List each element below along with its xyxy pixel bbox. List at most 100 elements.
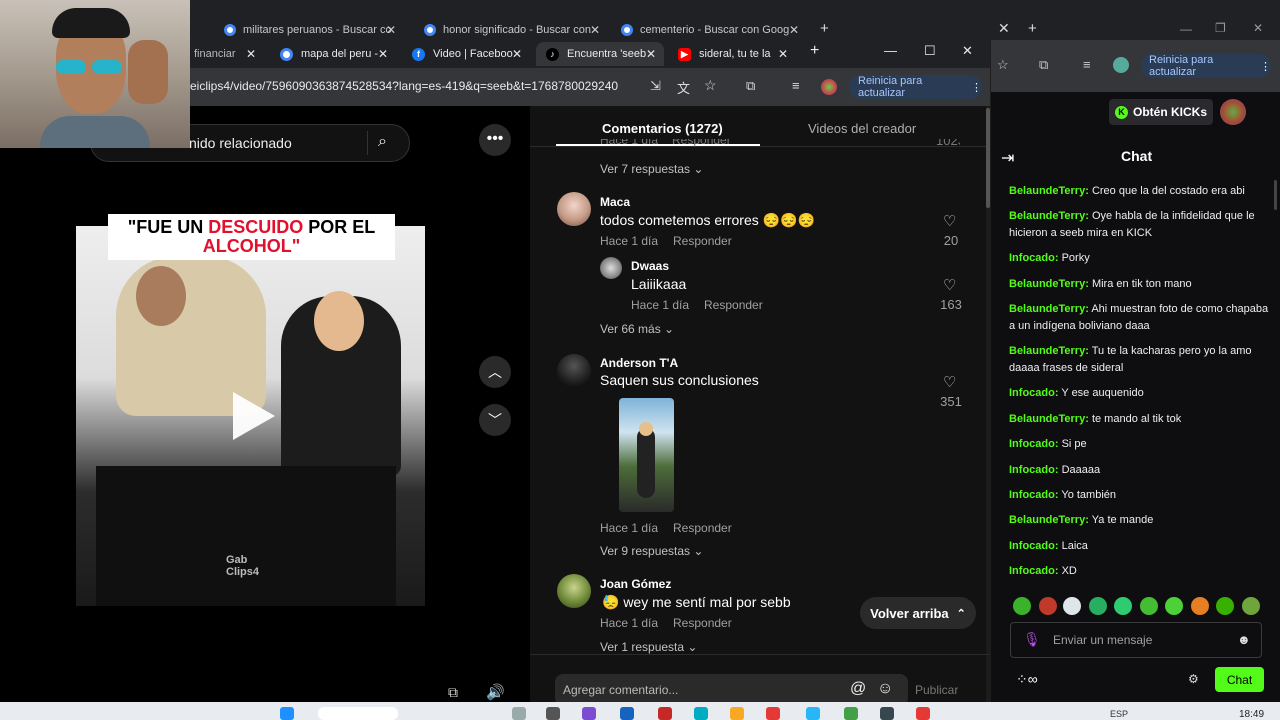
tab-comments[interactable]: Comentarios (1272) [602, 121, 723, 136]
comment-image-thumbnail[interactable] [619, 398, 674, 512]
commenter-name[interactable]: Anderson T'A [600, 356, 678, 370]
chat-username[interactable]: BelaundeTerry [1009, 413, 1085, 425]
volume-icon[interactable]: 🔊 [486, 683, 505, 701]
new-tab-button[interactable]: + [810, 42, 819, 60]
chat-scrollbar[interactable] [1274, 180, 1277, 210]
taskbar-search[interactable] [318, 707, 398, 720]
chat-username[interactable]: BelaundeTerry [1009, 514, 1085, 526]
chat-username[interactable]: Infocado [1009, 438, 1055, 450]
close-icon[interactable]: ✕ [512, 47, 522, 61]
miniplayer-icon[interactable]: ⧉ [448, 684, 458, 701]
chat-username[interactable]: BelaundeTerry [1009, 303, 1085, 315]
star-icon[interactable]: ☆ [704, 77, 717, 94]
tab-youtube[interactable]: ▶ sideral, tu te la ✕ [670, 42, 796, 66]
maximize-button[interactable]: ❐ [1215, 21, 1226, 35]
install-app-icon[interactable]: ⇲ [650, 78, 661, 94]
chat-username[interactable]: Infocado [1009, 464, 1055, 476]
close-window-button[interactable]: ✕ [998, 20, 1010, 37]
video-player[interactable]: Gab Clips4 [76, 226, 425, 606]
next-video-button[interactable]: ﹀ [479, 404, 511, 436]
emote-icon[interactable] [1216, 597, 1234, 615]
close-icon[interactable]: ✕ [246, 47, 256, 61]
maximize-button[interactable]: ☐ [924, 43, 936, 59]
back-to-top-button[interactable]: Volver arriba ⌃ [860, 597, 976, 629]
close-icon[interactable]: ✕ [646, 47, 656, 61]
emote-icon[interactable] [1089, 597, 1107, 615]
translate-icon[interactable]: 文 [677, 78, 690, 97]
get-kicks-button[interactable]: K Obtén KICKs [1109, 99, 1213, 125]
tab-mapa-peru[interactable]: mapa del peru - ✕ [272, 42, 396, 66]
file-explorer-icon[interactable] [730, 707, 744, 720]
app-icon[interactable] [620, 707, 634, 720]
minimize-button[interactable]: — [884, 43, 897, 58]
search-icon[interactable]: ⌕ [378, 133, 387, 151]
chat-username[interactable]: BelaundeTerry [1009, 345, 1085, 357]
app-icon[interactable] [582, 707, 596, 720]
view-reply-button[interactable]: Ver 1 respuesta ⌄ [600, 640, 697, 654]
chat-username[interactable]: Infocado [1009, 540, 1055, 552]
start-icon[interactable] [280, 707, 294, 720]
taskview-icon[interactable] [512, 707, 526, 720]
heart-icon[interactable]: ♡ [943, 276, 956, 294]
tab-facebook-video[interactable]: f Video | Faceboo ✕ [404, 42, 530, 66]
mention-icon[interactable]: @ [850, 680, 866, 698]
close-icon[interactable]: ✕ [378, 47, 388, 61]
close-button[interactable]: ✕ [1253, 21, 1263, 35]
commenter-name[interactable]: Joan Gómez [600, 577, 671, 591]
app-icon[interactable] [546, 707, 560, 720]
heart-icon[interactable]: ♡ [943, 373, 956, 391]
commenter-avatar[interactable] [557, 354, 591, 388]
reply-button[interactable]: Responder [673, 616, 732, 630]
app-icon[interactable] [658, 707, 672, 720]
emote-icon[interactable] [1242, 597, 1260, 615]
gear-icon[interactable]: ⚙ [1188, 672, 1199, 686]
emoji-icon[interactable]: ☻ [1237, 632, 1251, 647]
close-icon[interactable]: ✕ [789, 23, 799, 37]
kick-dots-icon[interactable]: ⁘∞ [1016, 671, 1038, 688]
view-more-button[interactable]: Ver 66 más ⌄ [600, 322, 674, 336]
tab-honor[interactable]: honor significado - Buscar con ✕ [424, 20, 600, 40]
chat-username[interactable]: Infocado [1009, 565, 1055, 577]
emote-icon[interactable] [1165, 597, 1183, 615]
language-indicator[interactable]: ESP [1110, 709, 1128, 719]
microphone-icon[interactable]: 🎙 [1023, 631, 1041, 648]
clock[interactable]: 18:49 [1239, 709, 1264, 720]
emote-icon[interactable] [1063, 597, 1081, 615]
media-icon[interactable]: ≡ [1083, 57, 1091, 72]
profile-avatar[interactable] [1113, 57, 1129, 73]
emote-icon[interactable] [1191, 597, 1209, 615]
chat-username[interactable]: Infocado [1009, 252, 1055, 264]
profile-avatar[interactable] [821, 79, 837, 95]
update-chrome-button[interactable]: Reinicia para actualizar ⋮ [849, 75, 982, 99]
play-icon[interactable] [233, 392, 275, 440]
app-icon[interactable] [766, 707, 780, 720]
extensions-icon[interactable]: ⧉ [746, 78, 755, 94]
minimize-button[interactable]: — [1180, 22, 1192, 36]
commenter-avatar[interactable] [557, 574, 591, 608]
reply-button[interactable]: Responder [673, 234, 732, 248]
chat-input-box[interactable]: 🎙 Enviar un mensaje ☻ [1010, 622, 1262, 658]
app-icon[interactable] [694, 707, 708, 720]
publish-button[interactable]: Publicar [915, 683, 958, 697]
commenter-name[interactable]: Maca [600, 195, 630, 209]
chrome-icon[interactable] [916, 707, 930, 720]
emote-icon[interactable] [1039, 597, 1057, 615]
chat-username[interactable]: Infocado [1009, 387, 1055, 399]
media-controls-icon[interactable]: ≡ [792, 78, 800, 93]
emoji-icon[interactable]: ☺ [877, 680, 893, 698]
app-icon[interactable] [880, 707, 894, 720]
tab-creator-videos[interactable]: Videos del creador [808, 121, 916, 136]
commenter-name[interactable]: Dwaas [631, 259, 669, 273]
close-icon[interactable]: ✕ [386, 23, 396, 37]
chat-username[interactable]: BelaundeTerry [1009, 278, 1085, 290]
emote-icon[interactable] [1013, 597, 1031, 615]
star-icon[interactable]: ☆ [997, 57, 1009, 73]
close-icon[interactable]: ✕ [590, 23, 600, 37]
previous-video-button[interactable]: ︿ [479, 356, 511, 388]
search-input[interactable]: nido relacionado [189, 135, 292, 151]
view-replies-button[interactable]: Ver 7 respuestas ⌄ [600, 162, 703, 176]
emote-icon[interactable] [1114, 597, 1132, 615]
heart-icon[interactable]: ♡ [943, 212, 956, 230]
commenter-avatar[interactable] [600, 257, 622, 279]
url-text[interactable]: eiclips4/video/7596090363874528534?lang=… [190, 79, 618, 93]
